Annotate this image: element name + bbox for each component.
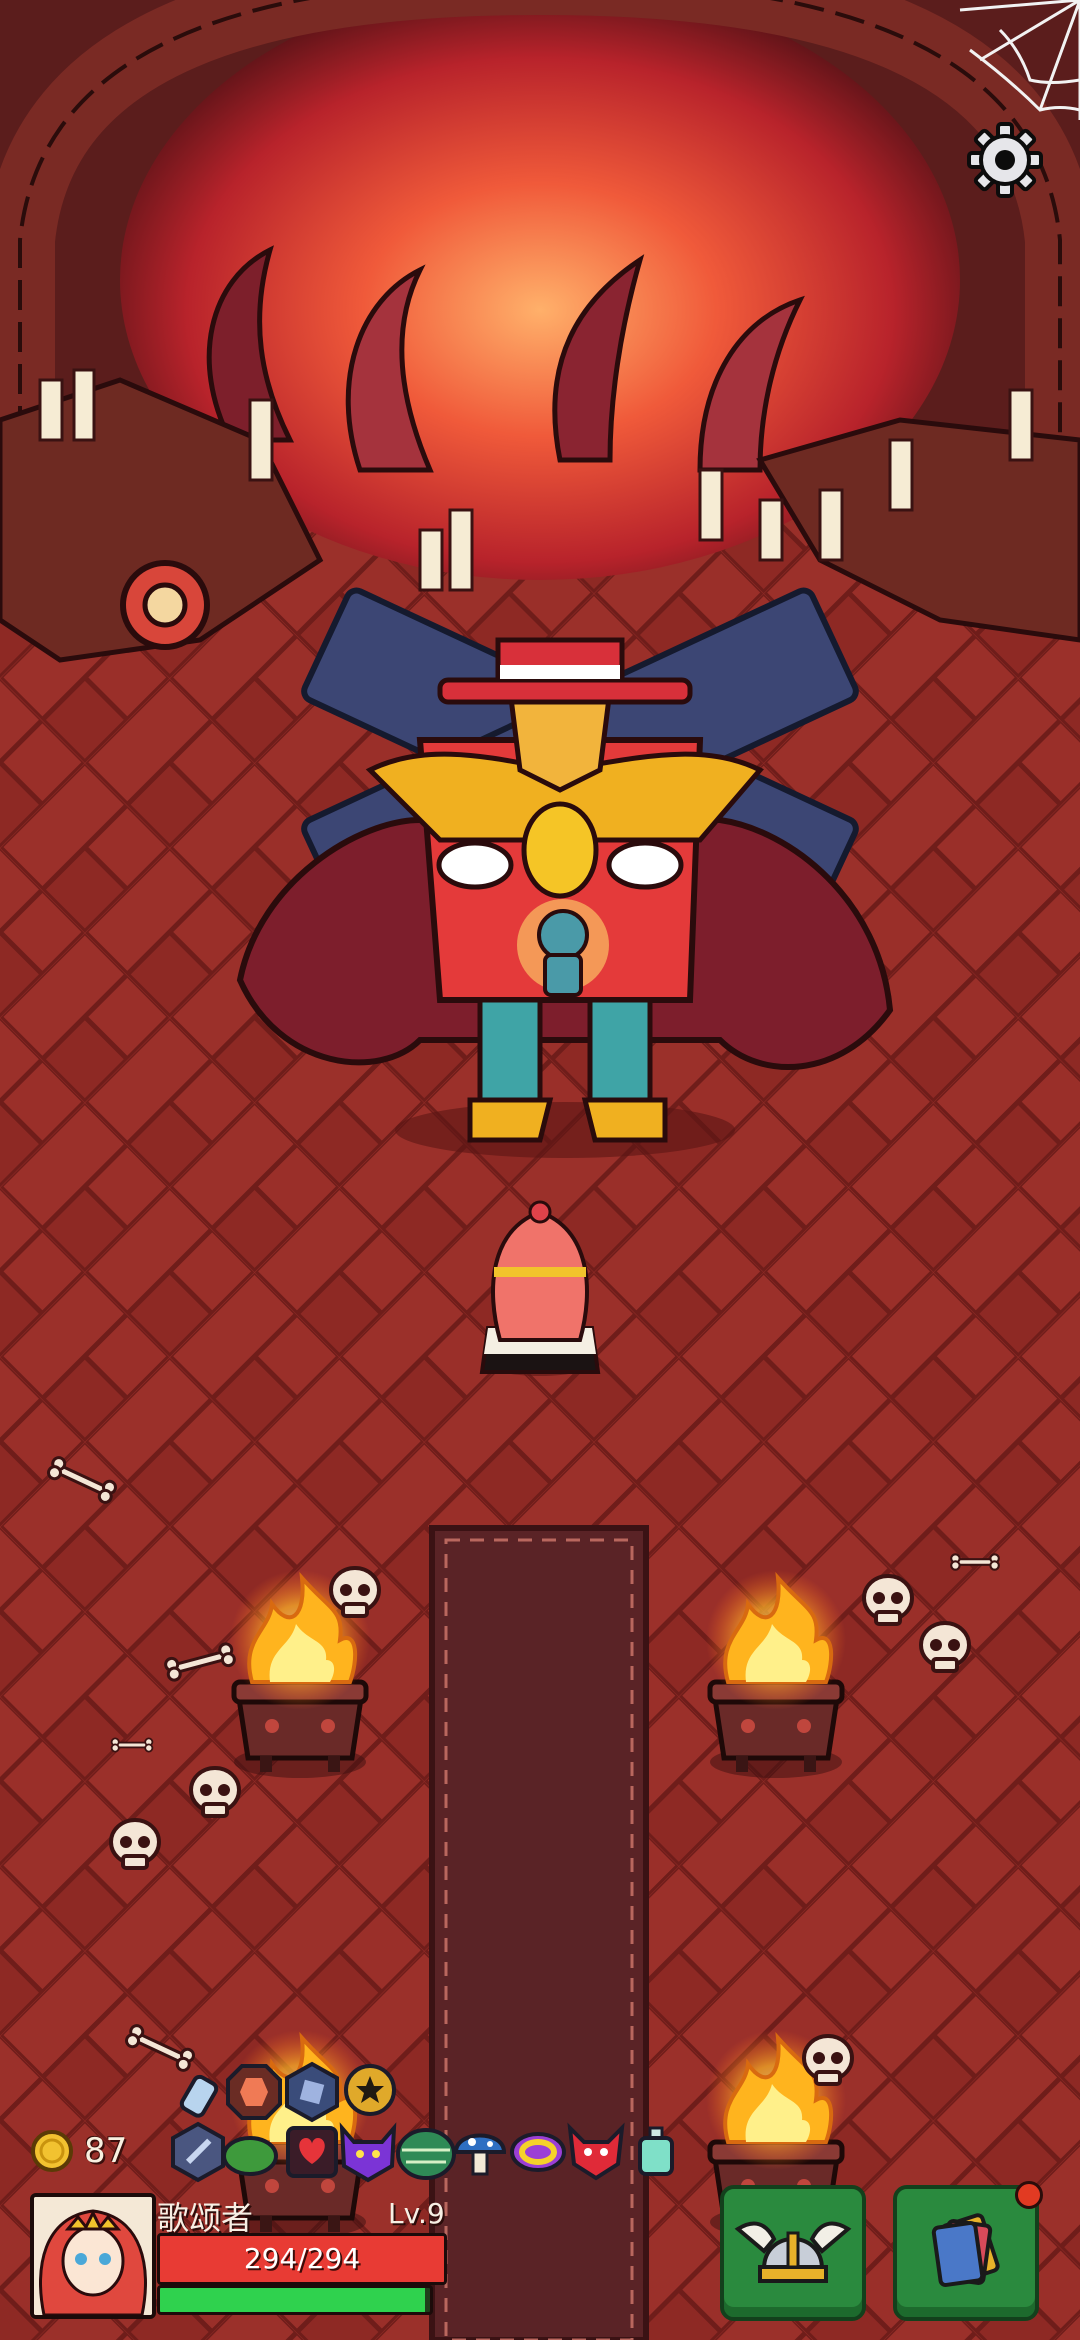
- coin-count: 87: [84, 2131, 128, 2171]
- coin-counter: 87: [30, 2125, 127, 2177]
- brazier: [706, 1570, 846, 1778]
- potion-bottle-icon[interactable]: [638, 2126, 674, 2176]
- cave-backdrop: [0, 0, 1080, 663]
- winged-helmet-icon: [734, 2221, 852, 2283]
- mushroom-icon[interactable]: [453, 2133, 507, 2176]
- notification-dot: [1015, 2181, 1043, 2209]
- green-shell-icon[interactable]: [396, 2128, 456, 2180]
- purple-demon-icon[interactable]: [339, 2122, 397, 2183]
- fist-icon[interactable]: [179, 2074, 219, 2118]
- sword-rune-icon[interactable]: [171, 2121, 225, 2183]
- cards-button[interactable]: [893, 2181, 1043, 2321]
- red-demon-icon[interactable]: [567, 2122, 625, 2181]
- avatar: [34, 2197, 152, 2315]
- heart-rune-icon[interactable]: [286, 2126, 338, 2178]
- coin-icon: [31, 2130, 73, 2172]
- health-bar: 294/294: [157, 2233, 447, 2285]
- experience-bar-fill: [160, 2288, 425, 2312]
- collected-items-strip[interactable]: [168, 2060, 688, 2190]
- gold-ring-icon[interactable]: [510, 2132, 566, 2172]
- red-carpet: [429, 1525, 649, 2340]
- settings-button[interactable]: [960, 115, 1050, 205]
- player-level: Lv.9: [388, 2197, 445, 2230]
- octagon-rune-icon[interactable]: [226, 2064, 282, 2120]
- hexagon-rune-icon[interactable]: [285, 2061, 339, 2123]
- health-text: 294/294: [243, 2242, 361, 2275]
- cards-icon: [931, 2213, 1000, 2287]
- equipment-button[interactable]: [720, 2185, 866, 2321]
- flower-icon[interactable]: [344, 2064, 396, 2116]
- gear-icon: [967, 122, 1043, 198]
- game-scene: [0, 0, 1080, 2340]
- experience-bar: [157, 2285, 433, 2315]
- green-slime-icon[interactable]: [222, 2136, 278, 2176]
- player-portrait[interactable]: [30, 2193, 156, 2319]
